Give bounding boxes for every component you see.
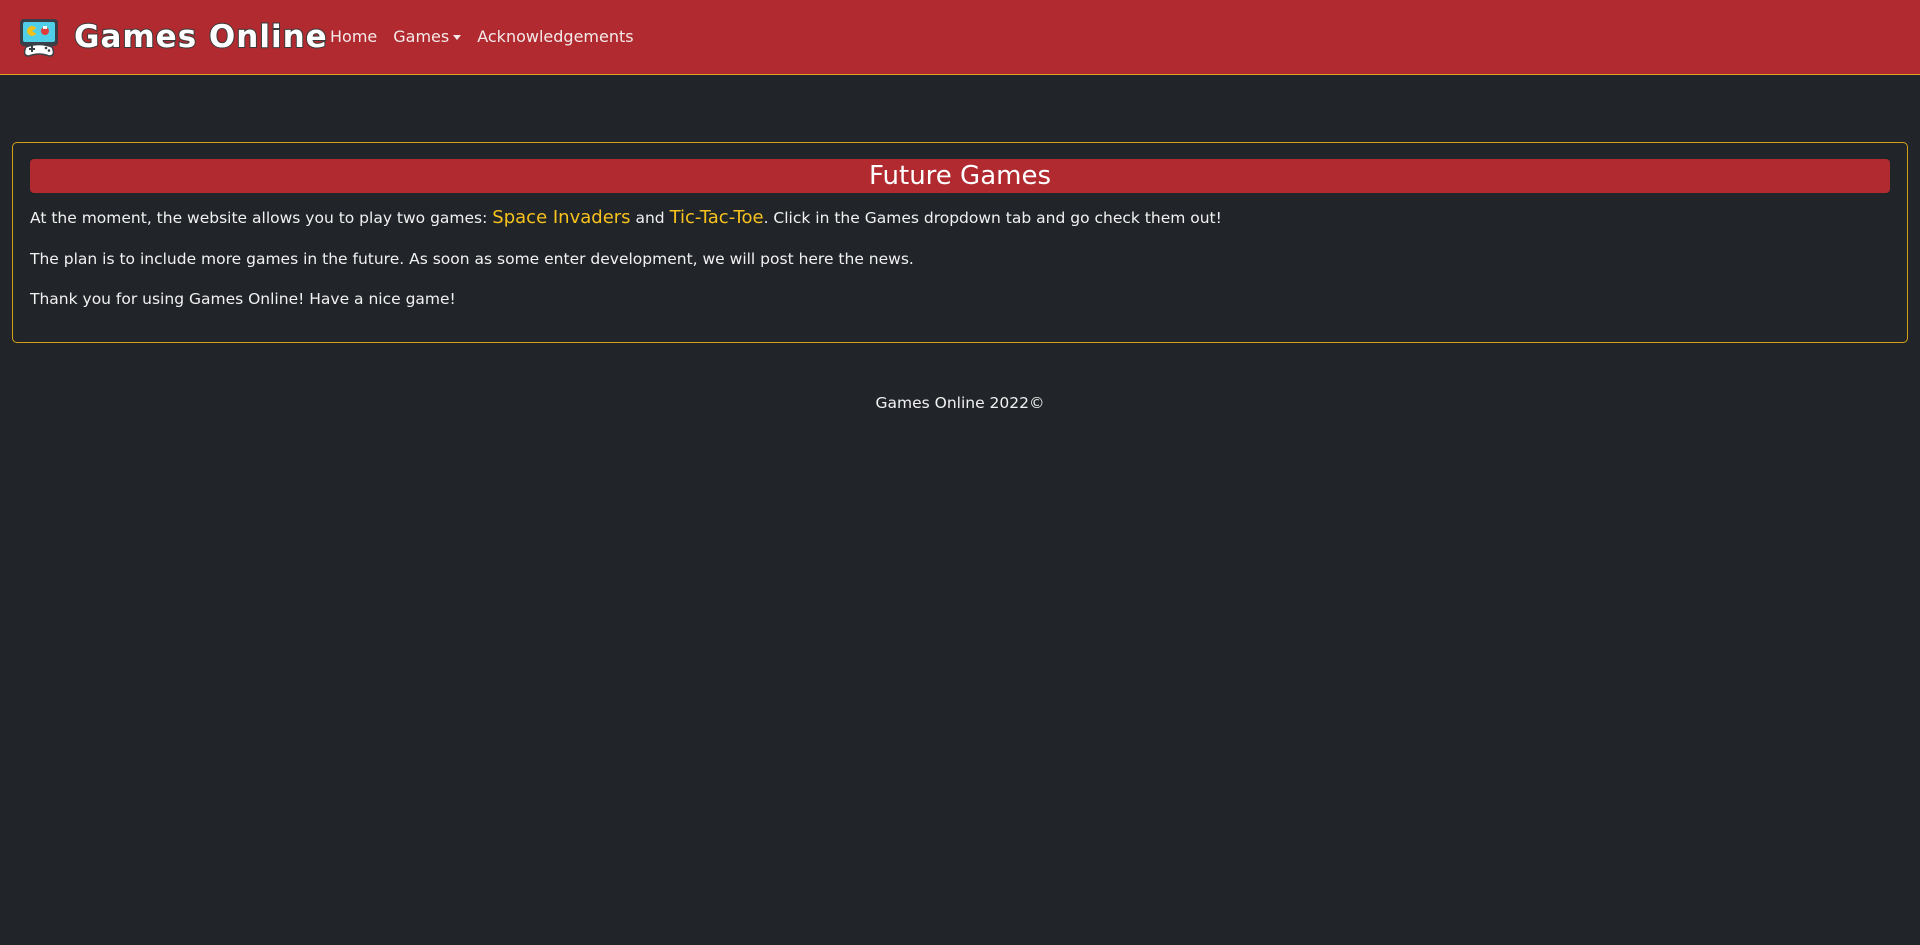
nav-acknowledgements-link[interactable]: Acknowledgements xyxy=(477,27,633,46)
space-invaders-link[interactable]: Space Invaders xyxy=(492,207,630,228)
nav-menu: Home Games Acknowledgements xyxy=(330,27,650,46)
nav-games-label: Games xyxy=(393,27,450,46)
caret-down-icon xyxy=(453,35,462,40)
intro-text-end: . Click in the Games dropdown tab and go… xyxy=(763,209,1222,227)
intro-text-and: and xyxy=(630,209,670,227)
brand[interactable]: Games Online xyxy=(18,15,328,59)
plan-paragraph: The plan is to include more games in the… xyxy=(30,250,914,268)
nav-games-dropdown[interactable]: Games xyxy=(393,27,462,46)
future-games-card: Future Games At the moment, the website … xyxy=(12,142,1908,343)
nav-home-link[interactable]: Home xyxy=(330,27,377,46)
intro-text-start: At the moment, the website allows you to… xyxy=(30,209,493,227)
card-title: Future Games xyxy=(30,159,1890,193)
brand-title: Games Online xyxy=(73,18,328,56)
navbar: Games Online Home Games Acknowledgements xyxy=(0,0,1920,75)
footer-copyright: Games Online 2022© xyxy=(875,394,1045,412)
tic-tac-toe-link[interactable]: Tic-Tac-Toe xyxy=(670,207,764,228)
intro-paragraph: At the moment, the website allows you to… xyxy=(30,207,1222,228)
thanks-paragraph: Thank you for using Games Online! Have a… xyxy=(30,290,456,308)
gamepad-robot-logo-icon xyxy=(18,16,60,58)
